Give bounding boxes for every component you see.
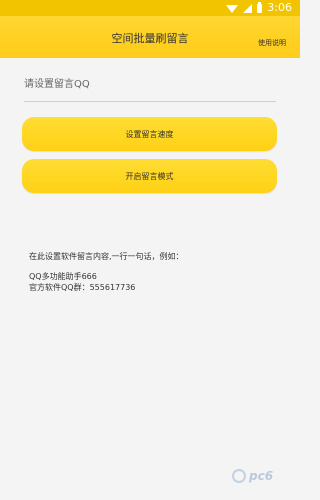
set-speed-button[interactable]: 设置留言速度 — [22, 117, 277, 151]
status-time: 3:06 — [267, 1, 292, 14]
app-header: 空间批量刷留言 使用说明 — [0, 16, 300, 58]
instructions-example-2: 官方软件QQ群：555617736 — [29, 283, 136, 292]
wifi-icon — [226, 5, 239, 13]
qq-field[interactable] — [24, 72, 276, 102]
watermark-icon — [232, 469, 246, 483]
instructions-text: 在此设置软件留言内容,一行一句话，例如： QQ多功能助手666 官方软件QQ群：… — [29, 251, 184, 293]
start-mode-button[interactable]: 开启留言模式 — [22, 159, 277, 193]
qq-input[interactable] — [24, 73, 276, 96]
instructions-intro: 在此设置软件留言内容,一行一句话，例如： — [29, 252, 184, 261]
instructions-example-1: QQ多功能助手666 — [29, 272, 97, 281]
battery-icon — [257, 1, 263, 13]
signal-icon — [243, 3, 253, 13]
watermark-text: pc6 — [249, 469, 274, 483]
watermark-logo: pc6 — [232, 464, 288, 488]
status-bar: 3:06 — [0, 0, 300, 16]
page-title: 空间批量刷留言 — [111, 32, 189, 45]
help-link[interactable]: 使用说明 — [258, 38, 286, 48]
